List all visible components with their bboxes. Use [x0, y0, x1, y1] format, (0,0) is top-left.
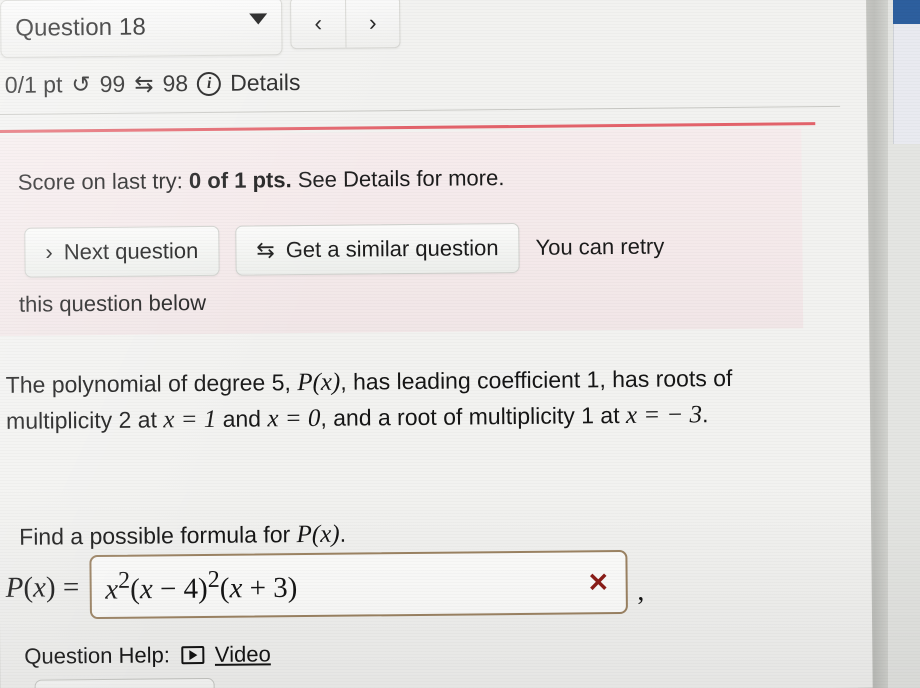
question-line1-b: , has leading coefficient 1, has	[340, 365, 650, 395]
question-help-row: Question Help: Video	[24, 641, 271, 669]
screen-content: Question 18 ‹ › 0/1 pt ↺ 99 ⇆ 98 i Detai…	[0, 0, 873, 688]
question-line2-b: and	[216, 404, 268, 432]
next-question-button[interactable]: ›	[345, 0, 400, 48]
answer-exponent-1: 2	[117, 566, 131, 595]
chevron-down-icon	[249, 12, 268, 25]
answer-row: P(x) = x2(x − 4)2(x + 3) ✕ ,	[5, 549, 645, 620]
next-question-label: Next question	[63, 238, 199, 265]
find-suffix: .	[339, 520, 347, 547]
question-line2-c: , and a root of	[320, 403, 463, 431]
retry-text-line1: You can retry	[535, 233, 665, 260]
video-link[interactable]: Video	[215, 641, 271, 668]
retry-count: 99	[99, 70, 126, 97]
banner-actions: › Next question ⇆ Get a similar question…	[24, 222, 664, 278]
question-selector[interactable]: Question 18	[0, 0, 283, 58]
score-suffix: See Details for more.	[291, 165, 505, 193]
bottom-button-stub[interactable]	[34, 677, 215, 688]
details-link[interactable]: Details	[230, 69, 301, 97]
get-similar-question-label: Get a similar question	[285, 235, 499, 263]
similar-count: 98	[162, 70, 189, 97]
question-line3-a: multiplicity 1 at	[468, 401, 627, 429]
question-line1-math: P(x)	[297, 368, 341, 397]
retry-text-line2: this question below	[18, 289, 207, 317]
question-line2-math2: x = 0	[267, 404, 321, 432]
question-line3-b: .	[701, 400, 709, 427]
swap-icon: ⇆	[256, 237, 275, 263]
prev-question-button[interactable]: ‹	[291, 0, 345, 48]
question-line1-a: The polynomial of degree 5,	[5, 369, 298, 398]
play-icon[interactable]	[180, 646, 204, 665]
next-question-button-banner[interactable]: › Next question	[24, 225, 220, 278]
retry-banner: Score on last try: 0 of 1 pts. See Detai…	[0, 128, 804, 336]
get-similar-question-button[interactable]: ⇆ Get a similar question	[235, 222, 520, 276]
header-divider	[0, 105, 841, 115]
incorrect-icon: ✕	[587, 567, 610, 598]
background-panel	[893, 24, 920, 144]
question-header: Question 18 ‹ ›	[0, 0, 401, 58]
question-nav-group: ‹ ›	[290, 0, 401, 50]
question-help-label: Question Help:	[24, 642, 170, 669]
question-line2-math1: x = 1	[163, 405, 217, 433]
score-message: Score on last try: 0 of 1 pts. See Detai…	[18, 165, 505, 196]
answer-label: P(x) =	[5, 570, 80, 604]
answer-exponent-2: 2	[207, 566, 220, 594]
score-value: 0 of 1 pts.	[188, 167, 292, 194]
points-value: 0/1 pt	[4, 71, 63, 98]
question-line3-math: x = − 3	[625, 400, 703, 429]
points-row: 0/1 pt ↺ 99 ⇆ 98 i Details	[5, 69, 301, 99]
info-icon[interactable]: i	[197, 71, 222, 96]
chevron-right-icon: ›	[45, 239, 53, 265]
find-formula-prompt: Find a possible formula for P(x).	[19, 521, 346, 552]
similar-question-icon: ⇆	[134, 70, 154, 97]
find-prefix: Find a possible formula for	[19, 521, 297, 550]
score-prefix: Score on last try:	[17, 168, 190, 195]
photographed-screen: Question 18 ‹ › 0/1 pt ↺ 99 ⇆ 98 i Detai…	[0, 0, 920, 688]
find-math: P(x)	[296, 520, 340, 549]
trailing-comma: ,	[637, 575, 645, 607]
answer-value: x2(x − 4)2(x + 3)	[105, 566, 298, 606]
retry-icon: ↺	[71, 71, 91, 98]
answer-input[interactable]: x2(x − 4)2(x + 3) ✕	[88, 549, 628, 620]
background-blue-patch	[893, 0, 920, 24]
question-title: Question 18	[15, 13, 146, 42]
question-text: The polynomial of degree 5, P(x), has le…	[6, 360, 807, 439]
